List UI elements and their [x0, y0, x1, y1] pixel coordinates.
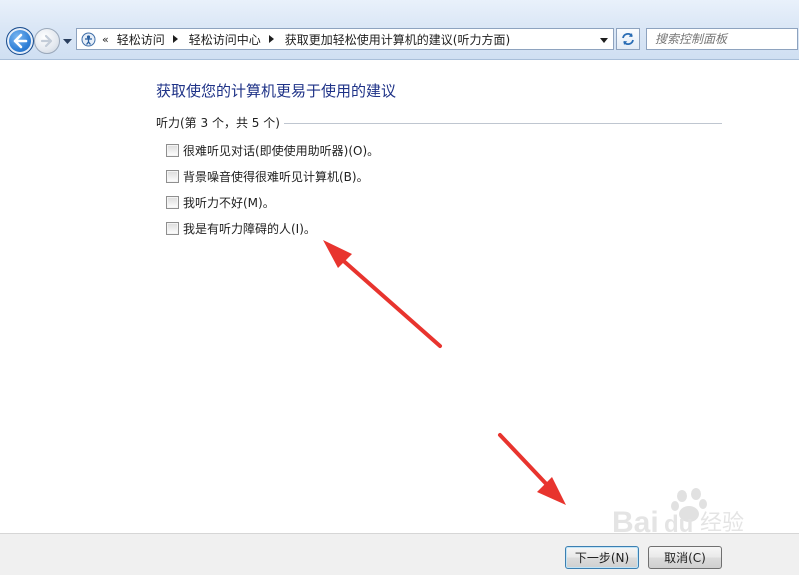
option-background-noise[interactable]: 背景噪音使得很难听见计算机(B)。 [166, 163, 379, 189]
breadcrumb-hearing-recommendations[interactable]: 获取更加轻松使用计算机的建议(听力方面) [285, 31, 510, 48]
option-poor-hearing[interactable]: 我听力不好(M)。 [166, 189, 379, 215]
address-bar[interactable]: « 轻松访问 轻松访问中心 获取更加轻松使用计算机的建议(听力方面) [76, 28, 614, 50]
chevron-down-icon [62, 39, 72, 44]
search-box[interactable] [646, 28, 798, 50]
breadcrumb-separator-icon[interactable] [172, 35, 181, 43]
refresh-icon [622, 33, 634, 45]
option-label[interactable]: 我是有听力障碍的人(I)。 [183, 220, 316, 237]
annotation-arrow-next [498, 433, 566, 505]
navigation-bar: « 轻松访问 轻松访问中心 获取更加轻松使用计算机的建议(听力方面) [0, 0, 799, 60]
control-panel-icon [80, 31, 96, 47]
address-dropdown-button[interactable] [599, 35, 609, 45]
chevron-down-icon [600, 37, 608, 43]
breadcrumb-ease-of-access-center[interactable]: 轻松访问中心 [189, 31, 261, 48]
search-input[interactable] [655, 32, 785, 46]
back-button[interactable] [6, 27, 34, 55]
page-title: 获取使您的计算机更易于使用的建议 [156, 82, 397, 100]
option-hearing-impaired[interactable]: 我是有听力障碍的人(I)。 [166, 215, 379, 241]
group-divider [283, 122, 722, 124]
bottom-bar: 下一步(N) 取消(C) [0, 533, 799, 575]
group-label: 听力(第 3 个，共 5 个) [156, 115, 280, 130]
group-header: 听力(第 3 个，共 5 个) [156, 114, 722, 130]
paw-icon [671, 488, 707, 522]
arrow-left-icon [13, 33, 28, 49]
checkbox[interactable] [166, 169, 179, 183]
checkbox[interactable] [166, 195, 179, 209]
checkbox[interactable] [166, 221, 179, 235]
option-label[interactable]: 背景噪音使得很难听见计算机(B)。 [183, 168, 369, 185]
options-list: 很难听见对话(即使使用助听器)(O)。 背景噪音使得很难听见计算机(B)。 我听… [166, 137, 379, 241]
breadcrumb-overflow[interactable]: « [102, 33, 109, 46]
breadcrumb-separator-icon[interactable] [268, 35, 277, 43]
next-button[interactable]: 下一步(N) [565, 546, 639, 569]
baidu-watermark: Bai du 经验 [612, 488, 744, 539]
annotation-arrows [323, 240, 566, 505]
forward-button[interactable] [34, 28, 60, 54]
checkbox[interactable] [166, 143, 179, 157]
option-hard-to-hear-conversations[interactable]: 很难听见对话(即使使用助听器)(O)。 [166, 137, 379, 163]
cancel-button[interactable]: 取消(C) [648, 546, 722, 569]
option-label[interactable]: 我听力不好(M)。 [183, 194, 275, 211]
recent-pages-button[interactable] [62, 37, 72, 47]
option-label[interactable]: 很难听见对话(即使使用助听器)(O)。 [183, 142, 379, 159]
refresh-button[interactable] [616, 28, 640, 50]
arrow-right-icon [40, 34, 53, 48]
breadcrumb-ease-of-access[interactable]: 轻松访问 [117, 31, 165, 48]
annotation-arrow-options [323, 240, 442, 348]
